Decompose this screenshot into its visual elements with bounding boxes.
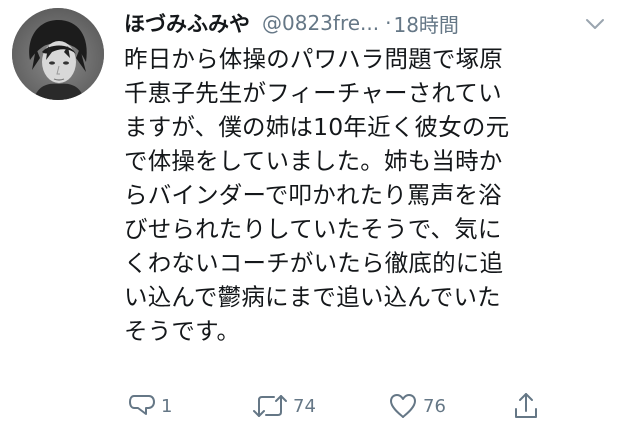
- timestamp[interactable]: 18時間: [393, 9, 458, 38]
- tweet-line: びせられたりしていたそうで、気に: [124, 215, 502, 243]
- tweet-line: くわないコーチがいたら徹底的に追: [124, 249, 504, 277]
- retweet-button[interactable]: 74: [252, 386, 316, 426]
- share-button[interactable]: [512, 386, 540, 426]
- display-name[interactable]: ほづみふみや: [124, 8, 250, 38]
- chevron-down-icon[interactable]: [583, 14, 607, 34]
- tweet-line: 昨日から体操のパワハラ問題で塚原: [124, 45, 503, 73]
- retweet-icon: [253, 395, 287, 417]
- tweet-line: で体操をしていました。姉も当時か: [124, 147, 503, 175]
- tweet-actions: 1 74 76: [124, 386, 564, 426]
- tweet-line: らバインダーで叩かれたり罵声を浴: [124, 181, 502, 209]
- share-icon: [515, 393, 537, 418]
- heart-icon: [390, 394, 416, 418]
- tweet-header: ほづみふみや @0823fre... · 18時間: [124, 6, 611, 40]
- avatar-photo: [12, 8, 104, 100]
- tweet-text: 昨日から体操のパワハラ問題で塚原 千恵子先生がフィーチャーされてい ますが、僕の…: [124, 42, 604, 348]
- like-count: 76: [423, 395, 446, 417]
- reply-icon: [129, 395, 155, 415]
- tweet-line: そうです。: [124, 317, 241, 345]
- like-button[interactable]: 76: [388, 386, 446, 426]
- separator-dot: ·: [385, 11, 392, 35]
- reply-count: 1: [161, 395, 173, 417]
- tweet-line: ますが、僕の姉は10年近く彼女の元: [124, 113, 510, 141]
- reply-button[interactable]: 1: [128, 386, 172, 426]
- tweet-line: い込んで鬱病にまで追い込んでいた: [124, 283, 501, 311]
- tweet-line: 千恵子先生がフィーチャーされてい: [124, 79, 502, 107]
- retweet-count: 74: [293, 395, 316, 417]
- user-handle[interactable]: @0823fre...: [262, 11, 379, 35]
- avatar[interactable]: [12, 8, 104, 100]
